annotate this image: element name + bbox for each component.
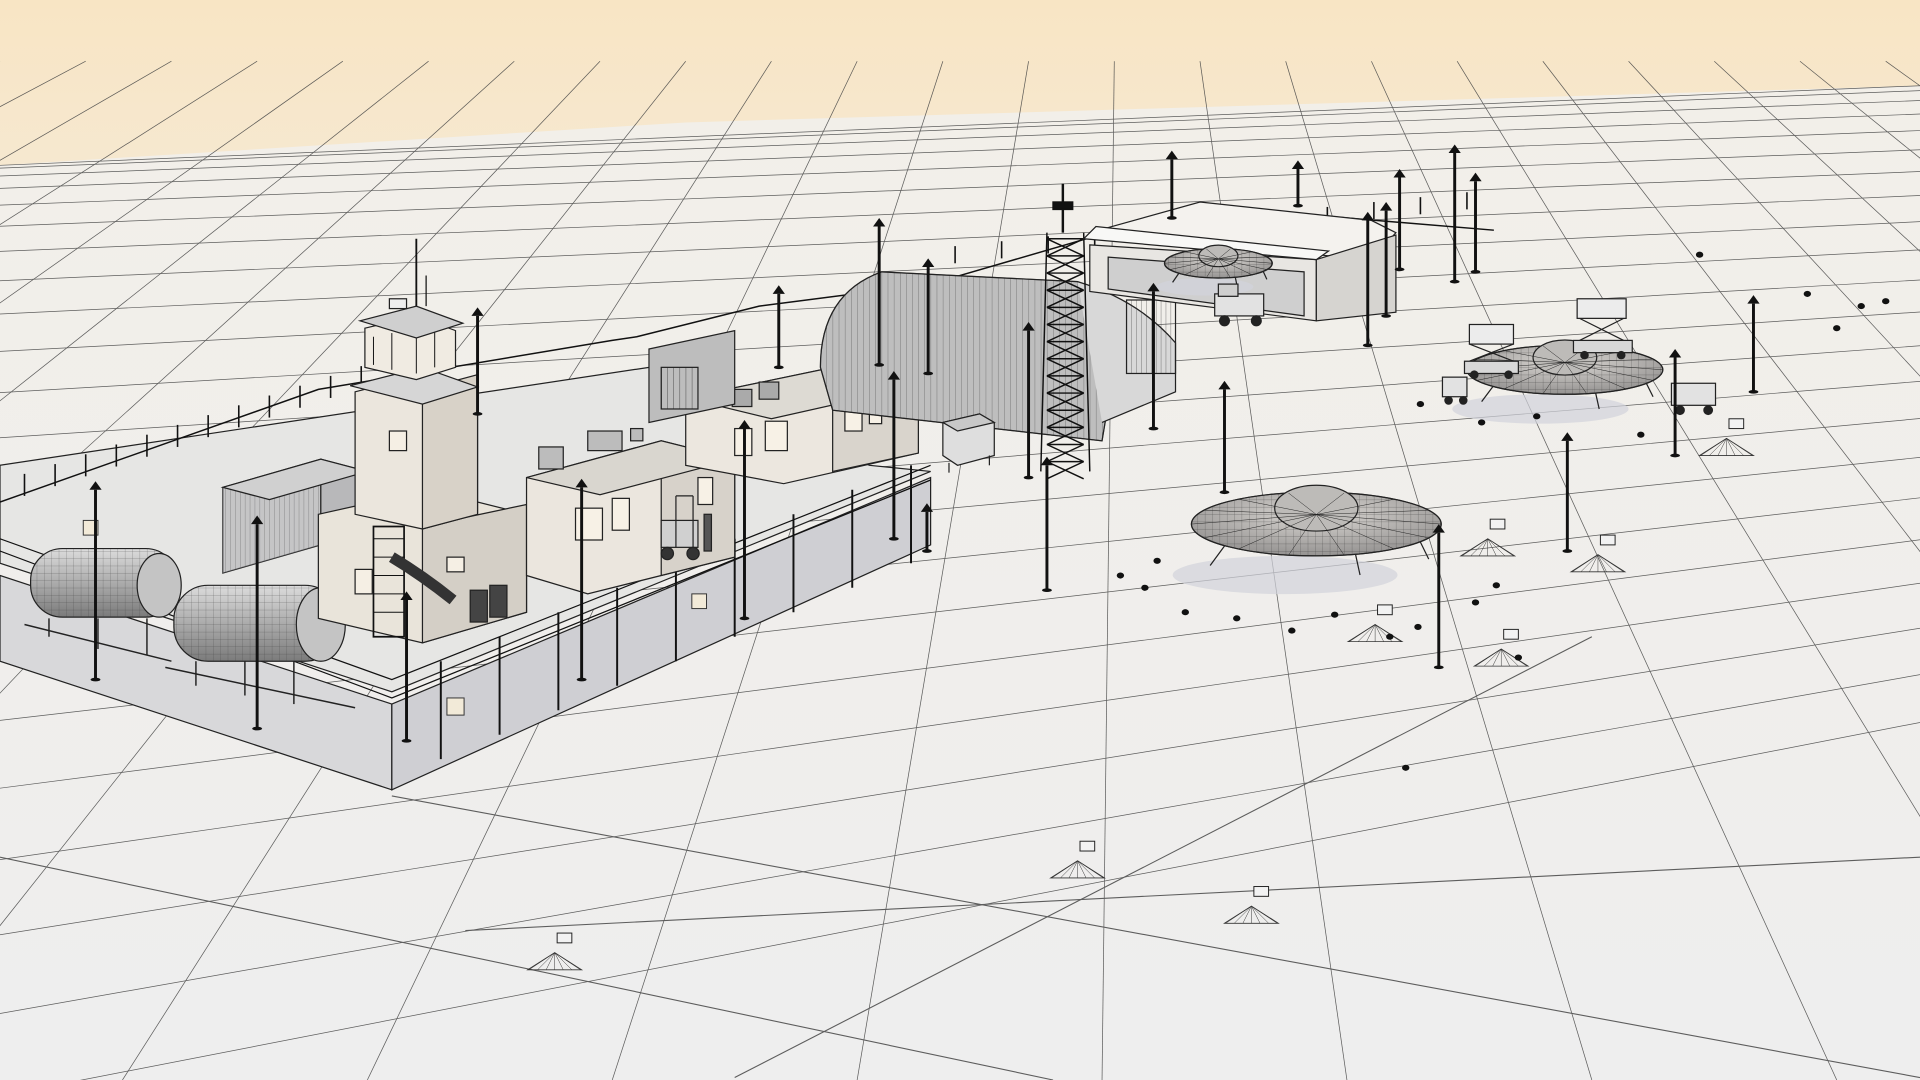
scene-render[interactable] <box>0 0 1920 1080</box>
3d-viewport[interactable] <box>0 0 1920 1080</box>
